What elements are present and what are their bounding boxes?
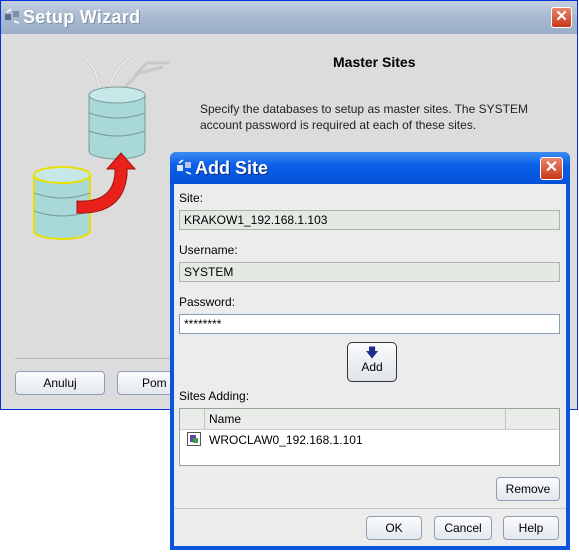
database-site-icon [187, 432, 201, 446]
table-header: Name [180, 409, 559, 430]
wizard-help-button[interactable]: Pom [117, 371, 177, 395]
close-icon: ✕ [555, 8, 568, 25]
site-name-cell: WROCLAW0_192.168.1.101 [209, 433, 363, 447]
replication-illustration [33, 53, 169, 240]
remove-button[interactable]: Remove [496, 477, 560, 501]
table-row[interactable]: WROCLAW0_192.168.1.101 [180, 431, 559, 451]
oracle-app-icon [5, 8, 20, 24]
add-site-dialog: Add Site ✕ Site: KRAKOW1_192.168.1.103 U… [170, 152, 570, 550]
wizard-title-bar[interactable]: Setup Wizard ✕ [1, 1, 577, 34]
table-header-corner [180, 409, 205, 429]
oracle-app-icon [177, 159, 192, 175]
dialog-body: Site: KRAKOW1_192.168.1.103 Username: SY… [174, 184, 566, 546]
dialog-title-bar[interactable]: Add Site ✕ [170, 152, 570, 184]
page-description: Specify the databases to setup as master… [200, 102, 528, 132]
dialog-title: Add Site [195, 158, 269, 178]
arrow-down-icon: 🡇 [365, 345, 379, 360]
help-button[interactable]: Help [503, 516, 559, 540]
dialog-separator [174, 508, 566, 509]
username-label: Username: [179, 243, 238, 257]
cancel-button[interactable]: Cancel [434, 516, 492, 540]
wizard-cancel-button[interactable]: Anuluj [15, 371, 105, 395]
column-header-name[interactable]: Name [209, 412, 241, 426]
site-label: Site: [179, 191, 204, 205]
sites-adding-label: Sites Adding: [179, 389, 250, 403]
password-field[interactable]: ******** [179, 314, 560, 334]
username-field[interactable]: SYSTEM [179, 262, 560, 282]
site-field[interactable]: KRAKOW1_192.168.1.103 [179, 210, 560, 230]
add-button-label: Add [361, 360, 383, 374]
sites-table[interactable]: Name WROCLAW0_192.168.1.101 [179, 408, 560, 466]
ok-button[interactable]: OK [366, 516, 422, 540]
wizard-close-button[interactable]: ✕ [551, 7, 572, 28]
page-title: Master Sites [333, 54, 416, 70]
master-database-icon [88, 86, 146, 160]
password-label: Password: [179, 295, 236, 309]
wizard-title: Setup Wizard [23, 7, 141, 27]
dialog-close-button[interactable]: ✕ [540, 157, 563, 180]
column-divider [505, 409, 506, 429]
close-icon: ✕ [544, 159, 559, 176]
add-site-button[interactable]: 🡇 Add [347, 342, 397, 382]
